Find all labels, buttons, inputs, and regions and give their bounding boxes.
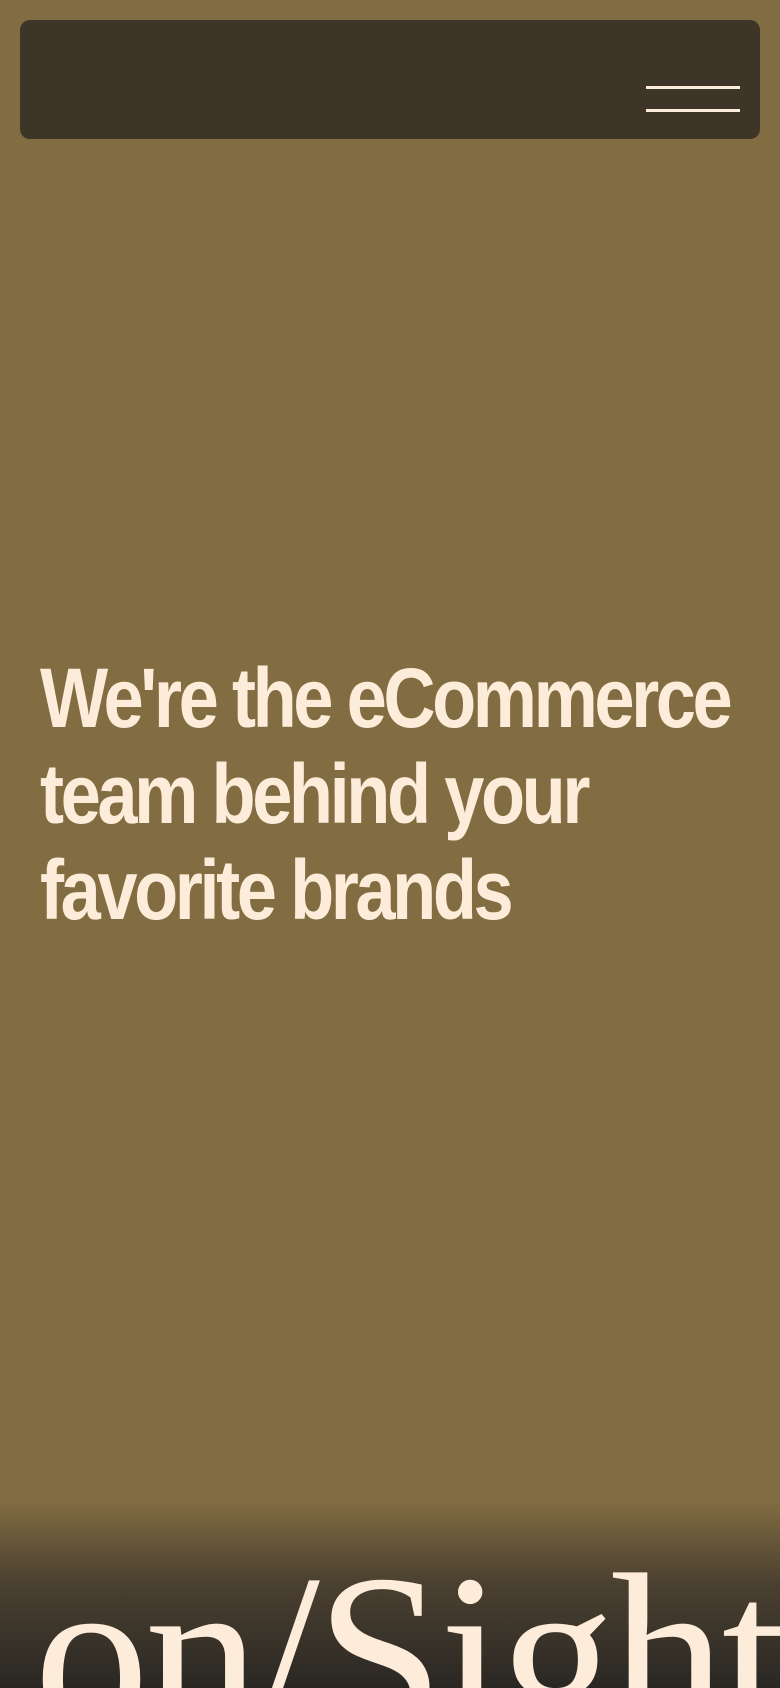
brand-footer: on/Sight bbox=[0, 1500, 780, 1688]
top-navbar bbox=[20, 20, 760, 139]
menu-line-top bbox=[646, 86, 740, 89]
hero-headline: We're the eCommerce team behind your fav… bbox=[40, 651, 733, 937]
brand-wordmark: on/Sight bbox=[34, 1527, 780, 1688]
hamburger-menu-icon[interactable] bbox=[644, 66, 742, 116]
menu-line-bottom bbox=[646, 109, 740, 112]
hero-section: We're the eCommerce team behind your fav… bbox=[40, 650, 740, 938]
